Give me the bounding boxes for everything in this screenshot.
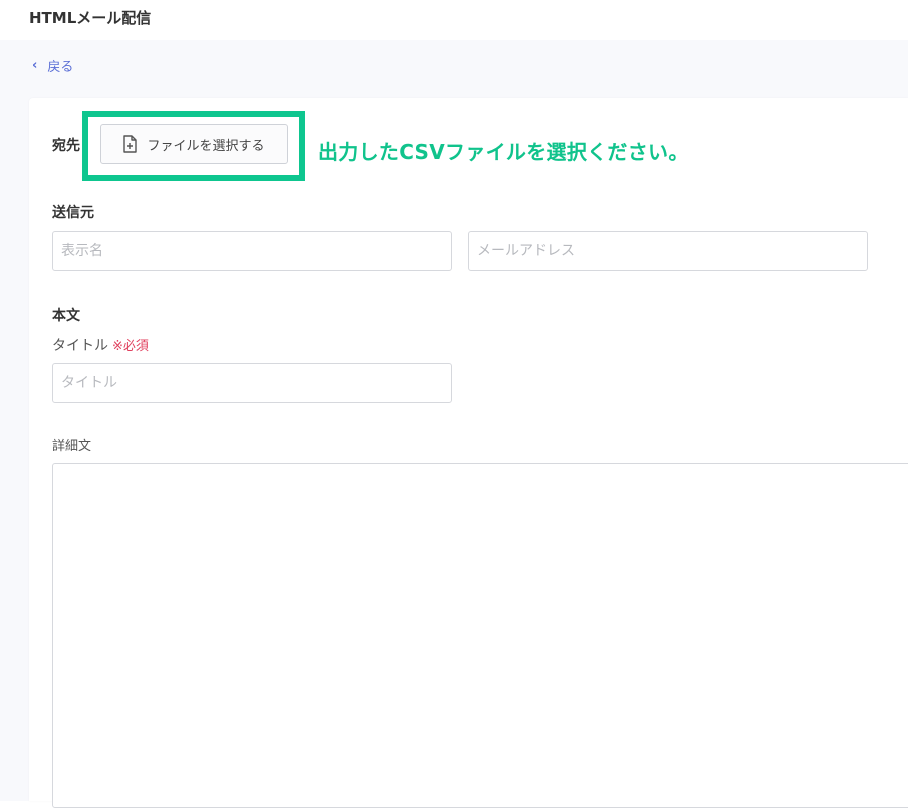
back-link[interactable]: ‹ 戻る [32,56,73,75]
sender-name-input[interactable] [52,231,452,271]
page-title: HTMLメール配信 [29,9,152,27]
sender-email-input[interactable] [468,231,868,271]
detail-textarea[interactable] [52,463,908,808]
annotation-text: 出力したCSVファイルを選択ください。 [318,140,689,164]
chevron-left-icon: ‹ [32,58,38,73]
title-input[interactable] [52,363,452,403]
body-label: 本文 [52,308,80,324]
file-select-button[interactable]: ファイルを選択する [100,124,288,164]
sender-label: 送信元 [52,205,94,221]
detail-label: 詳細文 [52,439,92,454]
top-bar: HTMLメール配信 [0,0,908,40]
recipient-label: 宛先 [52,138,80,154]
title-label-text: タイトル [52,338,108,354]
file-plus-icon [123,135,138,153]
title-label: タイトル ※必須 [52,335,149,355]
required-mark: ※必須 [112,339,149,354]
file-select-button-label: ファイルを選択する [147,138,265,154]
back-link-label: 戻る [47,60,74,75]
